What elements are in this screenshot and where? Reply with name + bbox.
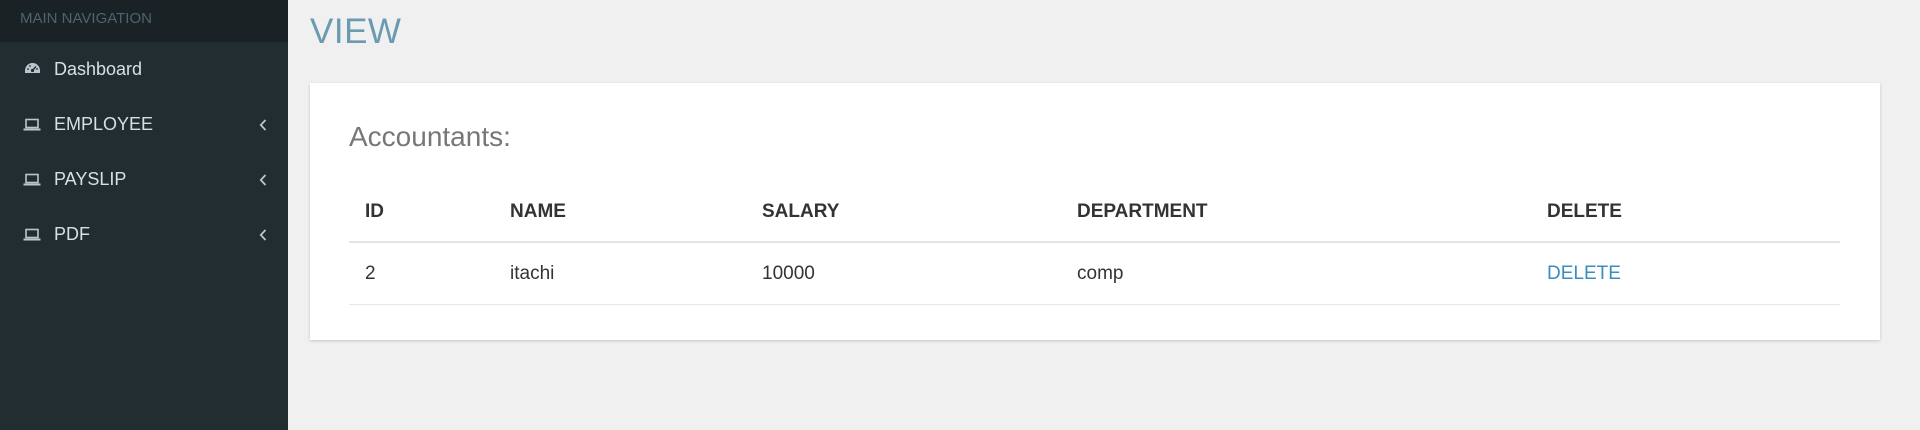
delete-link[interactable]: DELETE bbox=[1547, 263, 1621, 284]
column-header-id: ID bbox=[349, 183, 494, 243]
column-header-department: DEPARTMENT bbox=[1061, 183, 1531, 243]
cell-name: itachi bbox=[494, 242, 746, 305]
cell-salary: 10000 bbox=[746, 242, 1061, 305]
laptop-icon bbox=[23, 226, 41, 244]
laptop-icon bbox=[23, 116, 41, 134]
sidebar: MAIN NAVIGATION Dashboard EMPLOYEE PAYSL… bbox=[0, 0, 288, 430]
sidebar-item-label: Dashboard bbox=[54, 59, 143, 79]
chevron-left-icon bbox=[258, 118, 268, 132]
accountants-table: ID NAME SALARY DEPARTMENT DELETE 2 itach… bbox=[349, 183, 1840, 305]
sidebar-item-dashboard[interactable]: Dashboard bbox=[0, 42, 288, 97]
chevron-left-icon bbox=[258, 228, 268, 242]
page-title: VIEW bbox=[310, 12, 402, 51]
laptop-icon bbox=[23, 171, 41, 189]
sidebar-item-label: PDF bbox=[54, 224, 90, 244]
sidebar-item-employee[interactable]: EMPLOYEE bbox=[0, 97, 288, 152]
main-content: VIEW Accountants: ID NAME SALARY DEPARTM… bbox=[288, 0, 1920, 430]
column-header-salary: SALARY bbox=[746, 183, 1061, 243]
app-window: MAIN NAVIGATION Dashboard EMPLOYEE PAYSL… bbox=[0, 0, 1920, 430]
sidebar-item-payslip[interactable]: PAYSLIP bbox=[0, 152, 288, 207]
dashboard-icon bbox=[23, 61, 41, 79]
cell-delete: DELETE bbox=[1531, 242, 1840, 305]
box-title: Accountants: bbox=[349, 121, 511, 152]
chevron-left-icon bbox=[258, 173, 268, 187]
column-header-name: NAME bbox=[494, 183, 746, 243]
sidebar-item-label: PAYSLIP bbox=[54, 169, 127, 189]
cell-department: comp bbox=[1061, 242, 1531, 305]
sidebar-item-pdf[interactable]: PDF bbox=[0, 207, 288, 262]
table-header-row: ID NAME SALARY DEPARTMENT DELETE bbox=[349, 183, 1840, 243]
table-row: 2 itachi 10000 comp DELETE bbox=[349, 242, 1840, 305]
cell-id: 2 bbox=[349, 242, 494, 305]
column-header-delete: DELETE bbox=[1531, 183, 1840, 243]
sidebar-header: MAIN NAVIGATION bbox=[0, 0, 288, 42]
sidebar-item-label: EMPLOYEE bbox=[54, 114, 154, 134]
accountants-box: Accountants: ID NAME SALARY DEPARTMENT D… bbox=[310, 83, 1880, 340]
